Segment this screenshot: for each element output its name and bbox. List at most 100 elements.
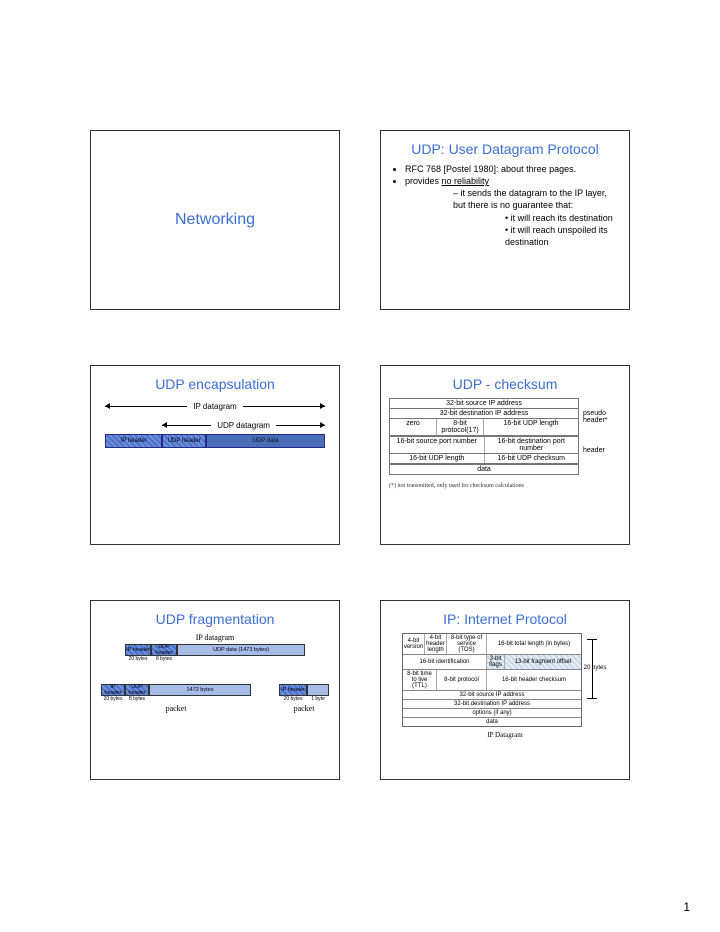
checksum-table: 32-bit source IP address 32-bit destinat… <box>389 398 579 436</box>
bot-bar: IP header <box>279 684 329 696</box>
underline-text: no reliability <box>442 176 490 186</box>
row: 8-bit time to live (TTL) 8-bit protocol … <box>403 670 581 691</box>
bracket-cap <box>587 698 597 699</box>
cell: 4-bit version <box>403 634 425 654</box>
bot-bar: IP header UDP header 1472 bytes <box>101 684 251 696</box>
cell: 16-bit total length (in bytes) <box>487 634 581 654</box>
text: it sends the datagram to the IP layer, b… <box>453 188 607 210</box>
slide-udp-checksum: UDP - checksum 32-bit source IP address … <box>380 365 630 545</box>
row: 4-bit version 4-bit header length 8-bit … <box>403 634 581 655</box>
seg-udp-header: UDP header <box>151 644 177 656</box>
checksum-diagram: 32-bit source IP address 32-bit destinat… <box>381 398 629 489</box>
slide-title: UDP - checksum <box>381 376 629 392</box>
cell: 16-bit UDP length <box>390 454 485 463</box>
bullet: RFC 768 [Postel 1980]: about three pages… <box>405 163 621 175</box>
row: 32-bit destination IP address <box>389 409 579 419</box>
page-number: 1 <box>683 900 690 914</box>
cell: zero <box>390 419 437 435</box>
cell: 16-bit header checksum <box>487 670 581 690</box>
text: IP header <box>102 684 124 696</box>
cell: 16-bit destination port number <box>485 437 579 453</box>
seg-ip-header: IP header <box>101 684 125 696</box>
seg-udp-data: UDP data <box>206 434 325 448</box>
caption-row: 20 bytes 8 bytes <box>101 696 251 702</box>
caption: 20 bytes <box>125 656 151 662</box>
seg-ip-header: IP header <box>279 684 307 696</box>
sub-sub-bullet: it will reach unspoiled its destination <box>505 224 621 248</box>
size-bracket: 20 bytes <box>582 633 608 705</box>
caption-row: 20 bytes 1 byte <box>279 696 329 702</box>
checksum-row-group: 32-bit source IP address 32-bit destinat… <box>389 398 621 436</box>
text: UDP data <box>253 438 279 445</box>
slide-title: UDP fragmentation <box>91 611 339 627</box>
cell: data <box>403 718 581 726</box>
checksum-row-group: data <box>389 464 621 475</box>
row: 16-bit source port number 16-bit destina… <box>389 436 579 454</box>
cell: 8-bit protocol(17) <box>437 419 484 435</box>
slide-udp-encapsulation: UDP encapsulation IP datagram UDP datagr… <box>90 365 340 545</box>
cell: 32-bit destination IP address <box>403 700 581 708</box>
top-bar: IP header UDP header UDP data (1473 byte… <box>125 644 305 656</box>
bullet-list: RFC 768 [Postel 1980]: about three pages… <box>405 163 621 248</box>
caption: IP Datagram <box>381 731 629 739</box>
slide-ip-protocol: IP: Internet Protocol 4-bit version 4-bi… <box>380 600 630 780</box>
label: IP datagram <box>101 633 329 642</box>
row: 16-bit identification 3-bit flags 13-bit… <box>403 655 581 670</box>
cell: 32-bit destination IP address <box>390 409 578 418</box>
checksum-table: data <box>389 464 579 475</box>
seg-ip-header: IP header <box>125 644 151 656</box>
arrow-row: IP datagram <box>105 402 325 411</box>
bracket-cap <box>587 639 597 640</box>
text: UDP header <box>152 644 176 656</box>
slide-udp-protocol: UDP: User Datagram Protocol RFC 768 [Pos… <box>380 130 630 310</box>
slide-center: Networking <box>91 131 339 309</box>
seg-udp-header: UDP header <box>125 684 149 696</box>
page: Networking UDP: User Datagram Protocol R… <box>0 0 720 932</box>
row: data <box>389 464 579 475</box>
text: IP header <box>121 438 147 445</box>
seg-udp-header: UDP header <box>162 434 206 448</box>
packet-1: IP header UDP header 1472 bytes 20 bytes… <box>101 684 251 713</box>
slide-networking: Networking <box>90 130 340 310</box>
side-label <box>579 464 621 475</box>
text: UDP header <box>168 438 201 445</box>
seg-ip-header: IP header <box>105 434 162 448</box>
caption: 20 bytes <box>101 696 125 702</box>
packet-label: packet <box>101 704 251 713</box>
seg-data <box>307 684 329 696</box>
bullet: provides no reliability it sends the dat… <box>405 175 621 248</box>
label: IP datagram <box>193 402 236 411</box>
caption: 1 byte <box>307 696 329 702</box>
text: provides <box>405 176 442 186</box>
footnote: (*) not transmitted, only used for check… <box>389 483 621 489</box>
ip-table: 4-bit version 4-bit header length 8-bit … <box>402 633 582 727</box>
sub-bullet: it sends the datagram to the IP layer, b… <box>453 187 621 248</box>
ip-diagram: 4-bit version 4-bit header length 8-bit … <box>381 633 629 727</box>
arrow-right <box>243 406 325 407</box>
cell: 13-bit fragment offset <box>505 655 581 669</box>
caption: 8 bytes <box>125 696 149 702</box>
arrow-left <box>162 425 211 426</box>
cell: 8-bit protocol <box>437 670 487 690</box>
cell: data <box>390 465 578 474</box>
text: UDP header <box>126 684 148 696</box>
slide-title: IP: Internet Protocol <box>381 611 629 627</box>
caption: 20 bytes <box>279 696 307 702</box>
row: 32-bit source IP address <box>389 398 579 409</box>
caption-row: 20 bytes 8 bytes <box>125 656 305 662</box>
cell: 16-bit source port number <box>390 437 485 453</box>
cell: 4-bit header length <box>425 634 447 654</box>
slide-title: UDP: User Datagram Protocol <box>381 141 629 157</box>
slide-udp-fragmentation: UDP fragmentation IP datagram IP header … <box>90 600 340 780</box>
checksum-row-group: 16-bit source port number 16-bit destina… <box>389 436 621 464</box>
bottom-wrap: IP header UDP header 1472 bytes 20 bytes… <box>101 684 329 713</box>
fragmentation-diagram: IP datagram IP header UDP header UDP dat… <box>91 633 339 713</box>
text: UDP data (1473 bytes) <box>213 647 269 653</box>
cell: 8-bit time to live (TTL) <box>403 670 437 690</box>
arrow-row: UDP datagram <box>162 421 325 430</box>
packet-2: IP header 20 bytes 1 byte packet <box>279 684 329 713</box>
cell: 32-bit source IP address <box>403 691 581 699</box>
row: 16-bit UDP length 16-bit UDP checksum <box>389 454 579 464</box>
slide-title: Networking <box>175 211 255 229</box>
cell: 16-bit identification <box>403 655 487 669</box>
